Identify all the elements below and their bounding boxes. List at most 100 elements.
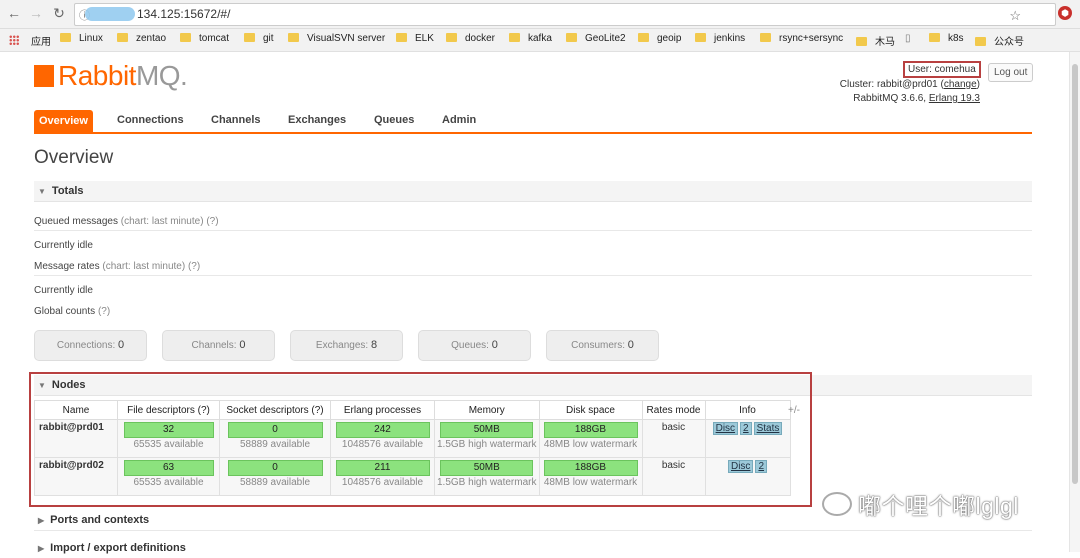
bookmark-star-icon[interactable]: ☆ xyxy=(1009,8,1021,24)
queues-count[interactable]: Queues: 0 xyxy=(418,330,531,361)
col-disk-space[interactable]: Disk space xyxy=(538,400,643,420)
bookmark-geoip[interactable]: geoip xyxy=(638,33,681,44)
cell-ep: 211 1048576 available xyxy=(330,457,435,496)
bookmark-jenkins[interactable]: jenkins xyxy=(695,33,745,44)
wechat-icon xyxy=(822,492,852,516)
change-cluster-link[interactable]: change xyxy=(944,79,977,90)
expand-arrow-icon: ▶ xyxy=(38,516,45,525)
current-user: User: comehua xyxy=(903,61,981,78)
bookmark-linux[interactable]: Linux xyxy=(60,33,103,44)
bookmark-tomcat[interactable]: tomcat xyxy=(180,33,229,44)
queued-idle-text: Currently idle xyxy=(34,240,93,251)
cluster-info: Cluster: rabbit@prd01 (change) RabbitMQ … xyxy=(839,79,980,104)
cell-ep: 242 1048576 available xyxy=(330,419,435,458)
count-tag[interactable]: 2 xyxy=(740,422,752,435)
tab-channels[interactable]: Channels xyxy=(211,114,261,126)
fd-bar: 63 xyxy=(123,460,214,476)
col-rates-mode[interactable]: Rates mode xyxy=(641,400,706,420)
bookmark-k8s[interactable]: k8s xyxy=(929,33,964,44)
totals-section-header[interactable]: ▼ Totals xyxy=(34,181,1032,202)
global-counts-label: Global counts (?) xyxy=(34,306,111,317)
tab-admin[interactable]: Admin xyxy=(442,114,476,126)
table-row: rabbit@prd02 63 65535 available 0 58889 av… xyxy=(34,457,791,496)
tab-queues[interactable]: Queues xyxy=(374,114,414,126)
folder-icon xyxy=(760,33,771,42)
wechat-watermark: 嘟个哩个嘟lglgl xyxy=(822,487,1019,521)
page-icon: ▯ xyxy=(905,33,911,44)
folder-icon xyxy=(975,37,986,46)
ep-bar: 211 xyxy=(335,460,430,476)
bookmark-apps[interactable]: 应用 xyxy=(31,33,51,48)
divider xyxy=(34,275,1032,276)
tab-exchanges[interactable]: Exchanges xyxy=(288,114,346,126)
cell-fd: 63 65535 available xyxy=(117,457,220,496)
tab-overview[interactable]: Overview xyxy=(34,110,93,132)
apps-icon[interactable] xyxy=(9,35,19,45)
rates-idle-text: Currently idle xyxy=(34,285,93,296)
connections-count[interactable]: Connections: 0 xyxy=(34,330,147,361)
url-text: 134.125:15672/#/ xyxy=(137,7,231,21)
bookmark-trojan[interactable]: 木马 xyxy=(856,33,895,48)
bookmark-docker[interactable]: docker xyxy=(446,33,495,44)
sd-bar: 0 xyxy=(227,422,323,438)
cell-rates-mode: basic xyxy=(641,457,706,496)
node-name-link[interactable]: rabbit@prd02 xyxy=(34,457,118,496)
bookmark-zentao[interactable]: zentao xyxy=(117,33,166,44)
extension-icon[interactable]: ⬢ xyxy=(1058,6,1072,20)
rabbitmq-logo: RabbitMQ. xyxy=(34,60,188,92)
folder-icon xyxy=(695,33,706,42)
bookmark-geolite2[interactable]: GeoLite2 xyxy=(566,33,626,44)
node-name-link[interactable]: rabbit@prd01 xyxy=(34,419,118,458)
redacted-host xyxy=(85,7,135,21)
cell-mem: 50MB 1.5GB high watermark xyxy=(434,419,540,458)
table-row: rabbit@prd01 32 65535 available 0 58889 av… xyxy=(34,419,791,458)
bookmark-wechat[interactable]: 公众号 xyxy=(975,33,1024,48)
back-icon[interactable]: ← xyxy=(6,5,22,21)
divider xyxy=(34,230,1032,231)
col-name[interactable]: Name xyxy=(34,400,118,420)
col-erlang-processes[interactable]: Erlang processes xyxy=(330,400,435,420)
disk-bar: 188GB xyxy=(543,422,638,438)
page-scrollbar[interactable] xyxy=(1069,52,1080,552)
bookmark-git[interactable]: git xyxy=(244,33,274,44)
col-memory[interactable]: Memory xyxy=(434,400,540,420)
exchanges-count[interactable]: Exchanges: 8 xyxy=(290,330,403,361)
bookmark-visualsvn[interactable]: VisualSVN server xyxy=(288,33,385,44)
col-file-descriptors[interactable]: File descriptors (?) xyxy=(117,400,220,420)
folder-icon xyxy=(244,33,255,42)
disk-bar: 188GB xyxy=(543,460,638,476)
col-socket-descriptors[interactable]: Socket descriptors (?) xyxy=(219,400,331,420)
collapse-arrow-icon: ▼ xyxy=(38,187,46,196)
folder-icon xyxy=(288,33,299,42)
reload-icon[interactable]: ↻ xyxy=(51,5,67,21)
folder-icon xyxy=(446,33,457,42)
bookmark-rsync[interactable]: rsync+sersync xyxy=(760,33,843,44)
cell-sd: 0 58889 available xyxy=(219,457,331,496)
stats-tag[interactable]: Stats xyxy=(753,422,783,435)
cell-mem: 50MB 1.5GB high watermark xyxy=(434,457,540,496)
col-info[interactable]: Info xyxy=(704,400,791,420)
column-toggle[interactable]: +/- xyxy=(788,405,800,416)
forward-icon[interactable]: → xyxy=(28,5,44,21)
cell-disk: 188GB 48MB low watermark xyxy=(538,457,643,496)
logout-button[interactable]: Log out xyxy=(988,63,1034,82)
folder-icon xyxy=(856,37,867,46)
consumers-count[interactable]: Consumers: 0 xyxy=(546,330,659,361)
browser-toolbar: ← → ↻ ⓘ 134.125:15672/#/ ☆ ⬢ xyxy=(0,0,1080,29)
disc-tag[interactable]: Disc xyxy=(712,422,739,435)
bookmark-elk[interactable]: ELK xyxy=(396,33,434,44)
tab-connections[interactable]: Connections xyxy=(117,114,184,126)
folder-icon xyxy=(638,33,649,42)
bookmark-kafka[interactable]: kafka xyxy=(509,33,552,44)
nodes-table: Name File descriptors (?) Socket descrip… xyxy=(34,400,791,496)
count-tag[interactable]: 2 xyxy=(755,460,767,473)
disc-tag[interactable]: Disc xyxy=(727,460,754,473)
folder-icon xyxy=(929,33,940,42)
cell-info: Disc 2 Stats xyxy=(704,419,791,458)
scrollbar-thumb[interactable] xyxy=(1072,64,1078,484)
erlang-version-link[interactable]: Erlang 19.3 xyxy=(929,93,980,104)
channels-count[interactable]: Channels: 0 xyxy=(162,330,275,361)
address-bar[interactable]: ⓘ 134.125:15672/#/ ☆ xyxy=(74,3,1056,26)
folder-icon xyxy=(566,33,577,42)
import-export-section-header[interactable]: ▶ Import / export definitions xyxy=(34,538,1032,558)
